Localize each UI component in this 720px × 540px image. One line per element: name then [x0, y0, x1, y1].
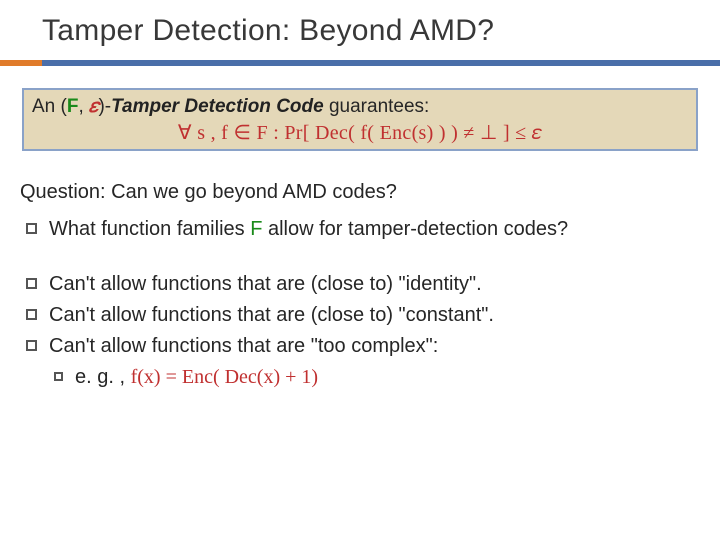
bullet-5: e. g. , f(x) = Enc( Dec(x) + 1) [54, 364, 700, 391]
slide-title: Tamper Detection: Beyond AMD? [42, 14, 720, 48]
bullet-1-b: allow for tamper-detection codes? [262, 218, 568, 240]
bullet-2-text: Can't allow functions that are (close to… [49, 271, 700, 298]
def-comma: , [78, 96, 89, 117]
def-tdc: Tamper Detection Code [111, 96, 324, 117]
bullet-4: Can't allow functions that are "too comp… [26, 333, 700, 360]
question-line: Question: Can we go beyond AMD codes? [20, 179, 700, 206]
bullet-2: Can't allow functions that are (close to… [26, 271, 700, 298]
accent-line [0, 60, 720, 66]
spacer [20, 247, 700, 267]
bullet-square-icon [26, 309, 37, 320]
definition-box: An (F, 𝜀)-Tamper Detection Code guarante… [22, 88, 698, 151]
bullet-square-icon [26, 340, 37, 351]
bullet-5-fx: f(x) = Enc( Dec(x) + 1) [131, 366, 318, 388]
body: Question: Can we go beyond AMD codes? Wh… [20, 179, 700, 391]
slide: Tamper Detection: Beyond AMD? An (F, 𝜀)-… [0, 0, 720, 540]
bullet-4-text: Can't allow functions that are "too comp… [49, 333, 700, 360]
bullet-square-icon [54, 372, 63, 381]
bullet-5-text: e. g. , f(x) = Enc( Dec(x) + 1) [75, 364, 700, 391]
accent-orange [0, 60, 42, 66]
title-area: Tamper Detection: Beyond AMD? [0, 0, 720, 52]
bullet-square-icon [26, 278, 37, 289]
bullet-1-text: What function families F allow for tampe… [49, 216, 700, 243]
def-F: F [67, 96, 79, 117]
bullet-5-a: e. g. , [75, 366, 131, 388]
bullet-1-F: F [250, 218, 262, 240]
bullet-3-text: Can't allow functions that are (close to… [49, 302, 700, 329]
def-guarantees: guarantees: [324, 96, 430, 117]
def-prefix: An ( [32, 96, 67, 117]
bullet-3: Can't allow functions that are (close to… [26, 302, 700, 329]
accent-blue [42, 60, 720, 66]
definition-formula: ∀ s , f ∈ F : Pr[ Dec( f( Enc(s) ) ) ≠ ⊥… [32, 120, 688, 145]
definition-line-1: An (F, 𝜀)-Tamper Detection Code guarante… [32, 96, 688, 118]
def-close: )- [98, 96, 111, 117]
bullet-square-icon [26, 223, 37, 234]
bullet-1: What function families F allow for tampe… [26, 216, 700, 243]
bullet-1-a: What function families [49, 218, 250, 240]
